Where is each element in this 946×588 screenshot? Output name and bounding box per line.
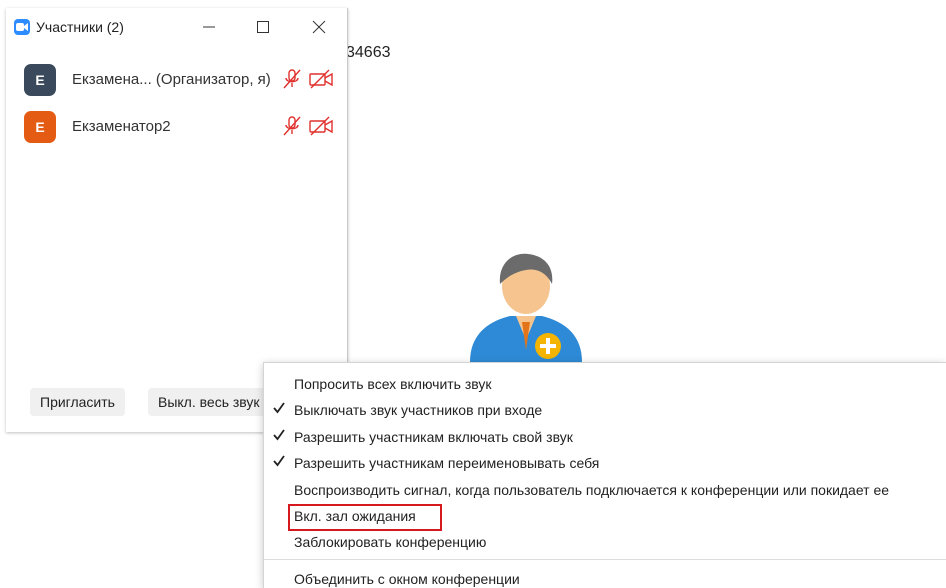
highlight-annotation [288, 504, 442, 531]
menu-divider [264, 559, 946, 560]
avatar: E [24, 64, 56, 96]
checkmark-icon [273, 402, 285, 414]
participant-row[interactable]: E Екзамена... (Организатор, я) [6, 58, 348, 102]
menu-item-label: Воспроизводить сигнал, когда пользовател… [294, 482, 890, 498]
menu-item-label: Разрешить участникам переименовывать себ… [294, 455, 600, 471]
checkmark-icon [273, 429, 285, 441]
title-bar: Участники (2) [6, 8, 348, 48]
menu-item-label: Выключать звук участников при входе [294, 402, 543, 418]
mute-all-button[interactable]: Выкл. весь звук [148, 388, 270, 416]
close-button[interactable] [304, 14, 334, 40]
menu-item-label: Заблокировать конференцию [294, 534, 487, 550]
menu-item-play-chime[interactable]: Воспроизводить сигнал, когда пользовател… [264, 477, 946, 503]
checkmark-icon [273, 455, 285, 467]
menu-item-ask-unmute[interactable]: Попросить всех включить звук [264, 371, 946, 397]
window-title: Участники (2) [36, 19, 124, 35]
menu-item-mute-on-entry[interactable]: Выключать звук участников при входе [264, 397, 946, 423]
participant-row[interactable]: E Екзаменатор2 [6, 105, 348, 149]
menu-item-lock-meeting[interactable]: Заблокировать конференцию [264, 529, 946, 555]
mic-muted-icon[interactable] [281, 115, 303, 137]
more-options-menu: Попросить всех включить звук Выключать з… [263, 362, 946, 588]
avatar: E [24, 111, 56, 143]
participant-name: Екзамена... (Организатор, я) [72, 71, 271, 88]
menu-item-label: Разрешить участникам включать свой звук [294, 429, 573, 445]
zoom-camera-icon [14, 19, 30, 35]
minimize-icon [203, 26, 215, 28]
menu-item-label: Попросить всех включить звук [294, 376, 492, 392]
menu-item-merge-window[interactable]: Объединить с окном конференции [264, 566, 946, 588]
participant-name: Екзаменатор2 [72, 118, 171, 135]
menu-item-label: Объединить с окном конференции [294, 571, 520, 587]
meeting-id-text: 34663 [346, 44, 391, 61]
invite-button[interactable]: Пригласить [30, 388, 125, 416]
mic-muted-icon[interactable] [281, 68, 303, 90]
video-off-icon[interactable] [308, 115, 334, 137]
menu-item-allow-unmute[interactable]: Разрешить участникам включать свой звук [264, 424, 946, 450]
minimize-button[interactable] [194, 14, 224, 40]
video-off-icon[interactable] [308, 68, 334, 90]
close-icon [312, 20, 326, 34]
add-participant-avatar-icon[interactable] [466, 250, 586, 362]
maximize-button[interactable] [248, 14, 278, 40]
menu-item-allow-rename[interactable]: Разрешить участникам переименовывать себ… [264, 450, 946, 476]
maximize-icon [257, 21, 269, 33]
